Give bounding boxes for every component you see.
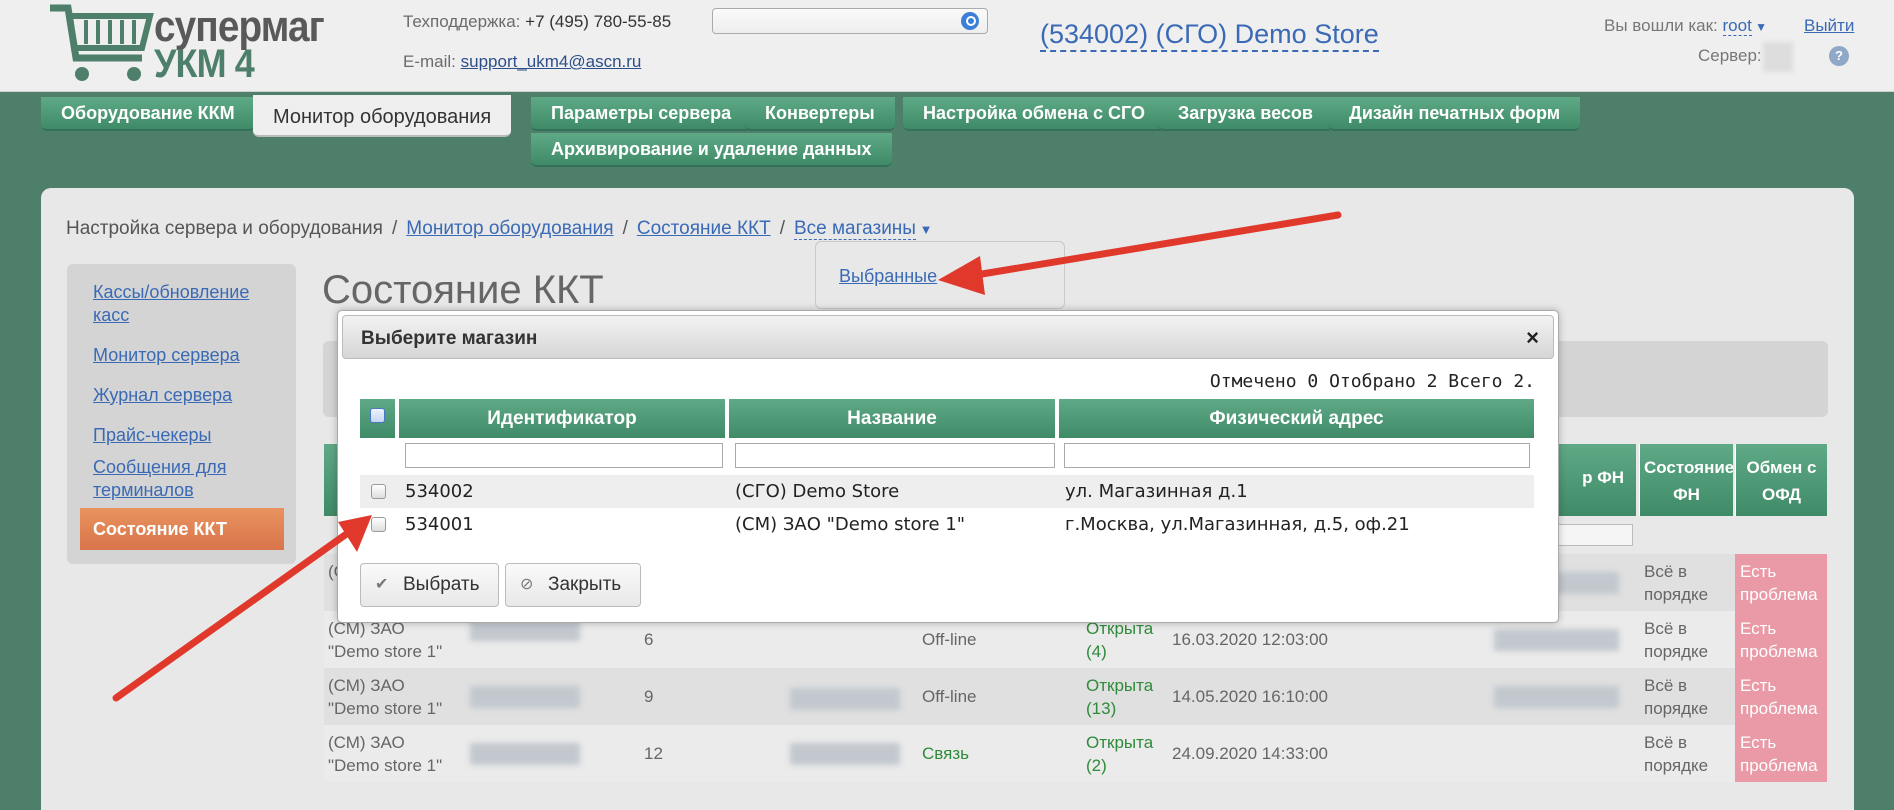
- annotation-arrows: [112, 211, 1342, 702]
- arrow-to-checkbox: [112, 515, 372, 702]
- arrow-to-selected: [938, 211, 1342, 295]
